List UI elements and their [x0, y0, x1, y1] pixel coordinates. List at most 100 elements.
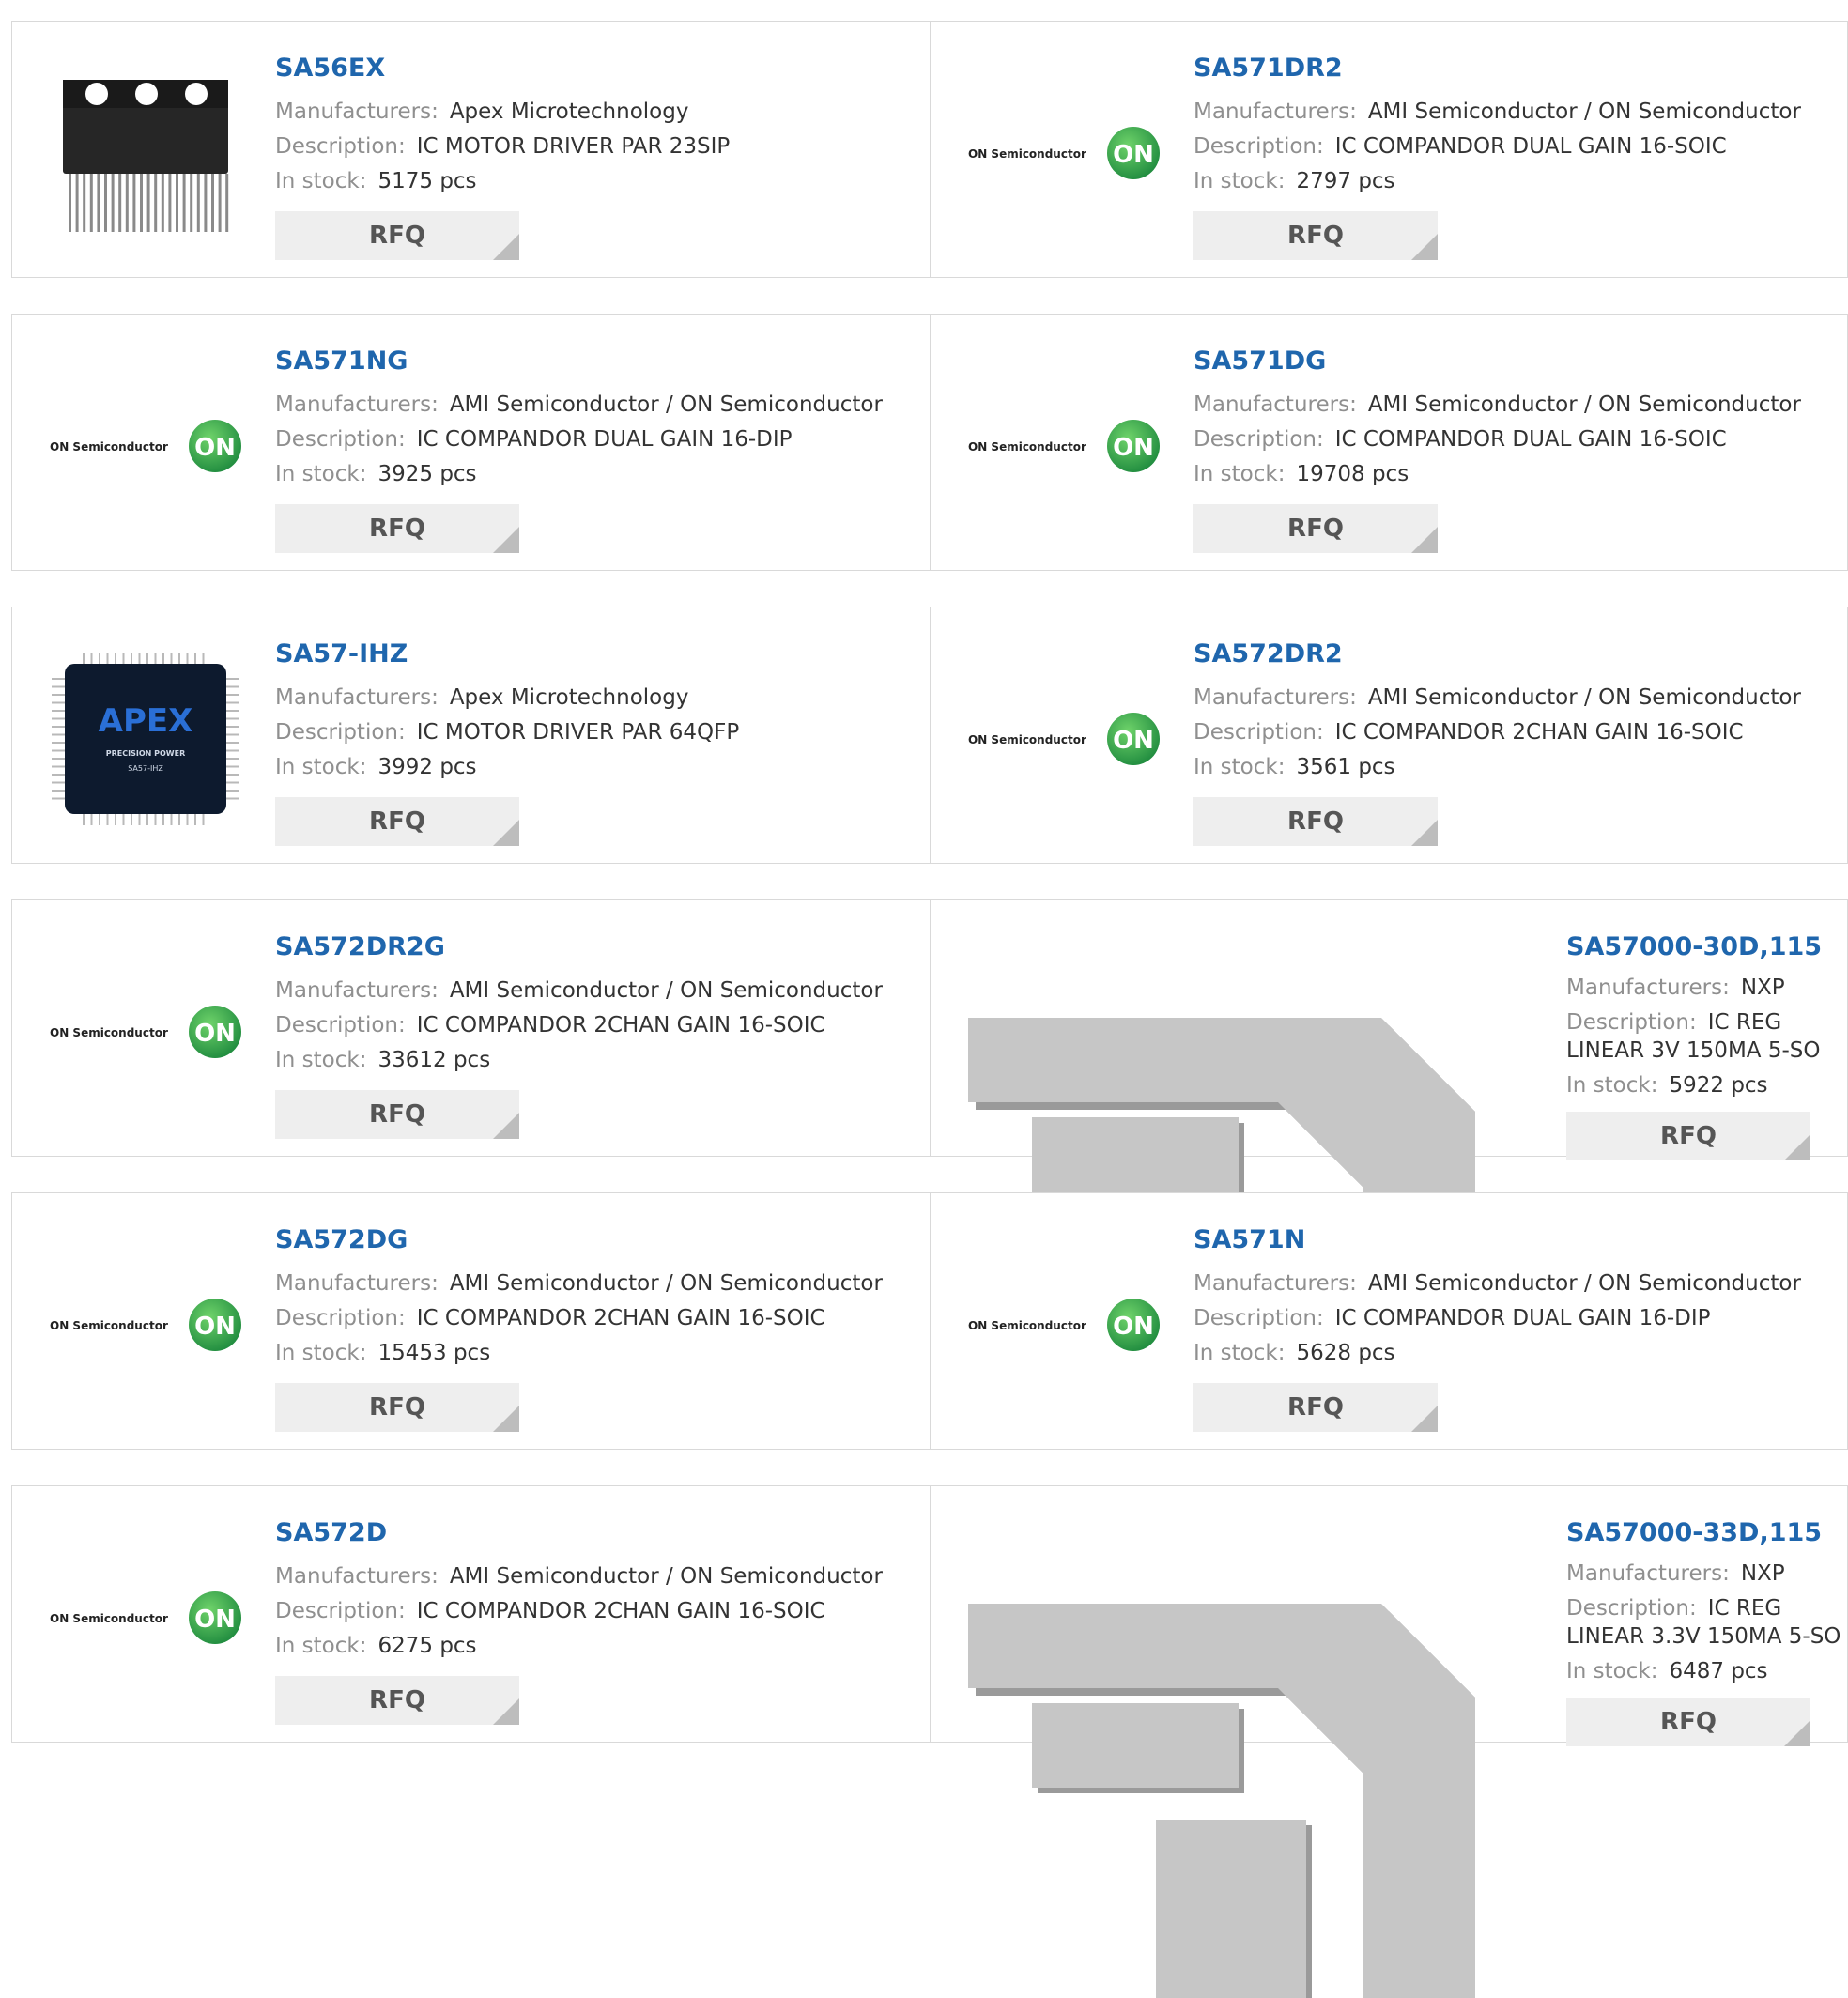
- product-part-link[interactable]: SA57-IHZ: [275, 636, 739, 673]
- rfq-corner-triangle: [1784, 1720, 1810, 1746]
- description-line: Description: IC COMPANDOR 2CHAN GAIN 16-S…: [1194, 715, 1801, 750]
- stock-line-label: In stock:: [275, 1634, 367, 1658]
- product-part-link[interactable]: SA56EX: [275, 50, 730, 87]
- manufacturer-line-value: Apex Microtechnology: [449, 685, 689, 710]
- product-info: SA571N Manufacturers: AMI Semiconductor / …: [1194, 1222, 1801, 1432]
- rfq-button-label: RFQ: [369, 1100, 425, 1129]
- rfq-button[interactable]: RFQ: [275, 797, 519, 846]
- chip-part-text: SA57-IHZ: [128, 764, 163, 773]
- rfq-button[interactable]: RFQ: [275, 211, 519, 260]
- product-image[interactable]: ON Semiconductor ON: [50, 352, 241, 540]
- on-semi-logo-mark: ON: [1113, 727, 1154, 755]
- manufacturer-line: Manufacturers: AMI Semiconductor / ON Sem…: [1194, 95, 1801, 130]
- stock-line-value: 19708 pcs: [1296, 462, 1409, 486]
- rfq-button[interactable]: RFQ: [1566, 1112, 1810, 1160]
- product-part-link[interactable]: SA572DR2G: [275, 929, 883, 966]
- stock-line: In stock: 6275 pcs: [275, 1629, 883, 1664]
- rfq-corner-triangle: [493, 1406, 519, 1432]
- description-line: Description: IC COMPANDOR 2CHAN GAIN 16-S…: [275, 1594, 883, 1629]
- on-semi-logo-mark: ON: [194, 434, 236, 462]
- description-line: Description: IC REG LINEAR 3.3V 150MA 5-S…: [1566, 1594, 1848, 1651]
- rfq-button[interactable]: RFQ: [1194, 797, 1438, 846]
- on-semi-logo-wordmark: ON Semiconductor: [50, 1319, 168, 1332]
- manufacturer-line-label: Manufacturers:: [275, 978, 439, 1003]
- product-part-link[interactable]: SA571N: [1194, 1222, 1801, 1259]
- product-part-link[interactable]: SA571DG: [1194, 343, 1801, 380]
- product-image[interactable]: ON Semiconductor ON: [968, 645, 1160, 833]
- description-line-value: IC MOTOR DRIVER PAR 64QFP: [416, 720, 740, 745]
- product-part-link[interactable]: SA572DR2: [1194, 636, 1801, 673]
- description-line: Description: IC COMPANDOR DUAL GAIN 16-SO…: [1194, 130, 1801, 164]
- product-image[interactable]: [50, 59, 241, 247]
- description-line-value: IC COMPANDOR DUAL GAIN 16-SOIC: [1334, 134, 1727, 159]
- product-image[interactable]: ON Semiconductor ON: [968, 1231, 1160, 1419]
- product-image[interactable]: ON Semiconductor ON: [968, 352, 1160, 540]
- stock-line-label: In stock:: [1194, 1341, 1286, 1365]
- description-line-label: Description:: [1566, 1596, 1697, 1621]
- stock-line: In stock: 19708 pcs: [1194, 457, 1801, 492]
- stock-line-label: In stock:: [1566, 1659, 1658, 1683]
- manufacturer-line: Manufacturers: AMI Semiconductor / ON Sem…: [1194, 388, 1801, 423]
- description-line-label: Description:: [275, 1306, 406, 1330]
- product-image[interactable]: APEX PRECISION POWER SA57-IHZ: [50, 645, 241, 833]
- description-line-label: Description:: [1194, 134, 1324, 159]
- product-image[interactable]: ON Semiconductor ON: [968, 59, 1160, 247]
- product-card: ON Semiconductor ON SA571NG Manufacturers: A…: [12, 315, 931, 570]
- stock-line-value: 6487 pcs: [1669, 1659, 1768, 1683]
- on-semiconductor-logo: ON Semiconductor ON: [50, 1299, 241, 1351]
- product-part-link[interactable]: SA572DG: [275, 1222, 883, 1259]
- stock-line: In stock: 6487 pcs: [1566, 1657, 1848, 1685]
- product-image[interactable]: ON Semiconductor ON: [50, 1524, 241, 1712]
- product-row: ON Semiconductor ON SA571NG Manufacturers: A…: [11, 314, 1848, 571]
- rfq-corner-triangle: [1411, 527, 1438, 553]
- on-semi-logo-mark: ON: [1113, 141, 1154, 169]
- stock-line: In stock: 15453 pcs: [275, 1336, 883, 1371]
- rfq-button-label: RFQ: [369, 222, 425, 250]
- rfq-corner-triangle: [493, 1113, 519, 1139]
- on-semi-logo-wordmark: ON Semiconductor: [50, 1026, 168, 1039]
- product-part-link[interactable]: SA57000-33D,115: [1566, 1514, 1848, 1552]
- stock-line: In stock: 5628 pcs: [1194, 1336, 1801, 1371]
- rfq-corner-triangle: [1411, 234, 1438, 260]
- rfq-button[interactable]: RFQ: [1194, 211, 1438, 260]
- manufacturer-line-label: Manufacturers:: [1566, 1561, 1730, 1586]
- product-row: ON Semiconductor ON SA572DR2G Manufacturers…: [11, 899, 1848, 1412]
- product-part-link[interactable]: SA571DR2: [1194, 50, 1801, 87]
- stock-line-label: In stock:: [275, 462, 367, 486]
- product-image[interactable]: ON Semiconductor ON: [50, 938, 241, 1126]
- rfq-button[interactable]: RFQ: [1194, 504, 1438, 553]
- stock-line-value: 33612 pcs: [377, 1048, 491, 1072]
- product-image[interactable]: ON Semiconductor ON: [50, 1231, 241, 1419]
- rfq-corner-triangle: [493, 527, 519, 553]
- product-card: SA57000-30D,115 Manufacturers: NXP Descript…: [931, 900, 1848, 1412]
- rfq-button[interactable]: RFQ: [275, 1383, 519, 1432]
- stock-line-value: 2797 pcs: [1296, 169, 1395, 193]
- on-semi-logo-mark: ON: [194, 1313, 236, 1341]
- product-part-link[interactable]: SA572D: [275, 1514, 883, 1552]
- on-semi-logo-wordmark: ON Semiconductor: [50, 440, 168, 453]
- manufacturer-line-value: AMI Semiconductor / ON Semiconductor: [1367, 1271, 1801, 1296]
- on-semi-logo-wordmark: ON Semiconductor: [968, 147, 1086, 161]
- rfq-button[interactable]: RFQ: [275, 504, 519, 553]
- product-info: SA572DG Manufacturers: AMI Semiconductor /…: [275, 1222, 883, 1432]
- on-semiconductor-logo: ON Semiconductor ON: [968, 420, 1160, 472]
- rfq-button[interactable]: RFQ: [275, 1090, 519, 1139]
- description-line-label: Description:: [1194, 1306, 1324, 1330]
- product-row: APEX PRECISION POWER SA57-IHZ SA57-IHZ Manuf…: [11, 607, 1848, 864]
- on-semiconductor-logo: ON Semiconductor ON: [968, 127, 1160, 179]
- product-part-link[interactable]: SA571NG: [275, 343, 883, 380]
- rfq-button[interactable]: RFQ: [1194, 1383, 1438, 1432]
- description-line: Description: IC REG LINEAR 3V 150MA 5-SO: [1566, 1008, 1848, 1065]
- on-semiconductor-logo: ON Semiconductor ON: [968, 713, 1160, 765]
- product-grid: SA56EX Manufacturers: Apex Microtechnology…: [0, 0, 1848, 1998]
- product-card: ON Semiconductor ON SA572DG Manufacturers: A…: [12, 1193, 931, 1449]
- stock-line: In stock: 5922 pcs: [1566, 1071, 1848, 1099]
- product-row: SA56EX Manufacturers: Apex Microtechnology…: [11, 21, 1848, 278]
- on-semi-logo-mark: ON: [1113, 434, 1154, 462]
- manufacturer-line-label: Manufacturers:: [275, 392, 439, 417]
- rfq-button[interactable]: RFQ: [1566, 1698, 1810, 1746]
- product-part-link[interactable]: SA57000-30D,115: [1566, 929, 1848, 966]
- image-placeholder-icon: [968, 1604, 1475, 1998]
- rfq-button[interactable]: RFQ: [275, 1676, 519, 1725]
- rfq-button-label: RFQ: [1660, 1122, 1717, 1150]
